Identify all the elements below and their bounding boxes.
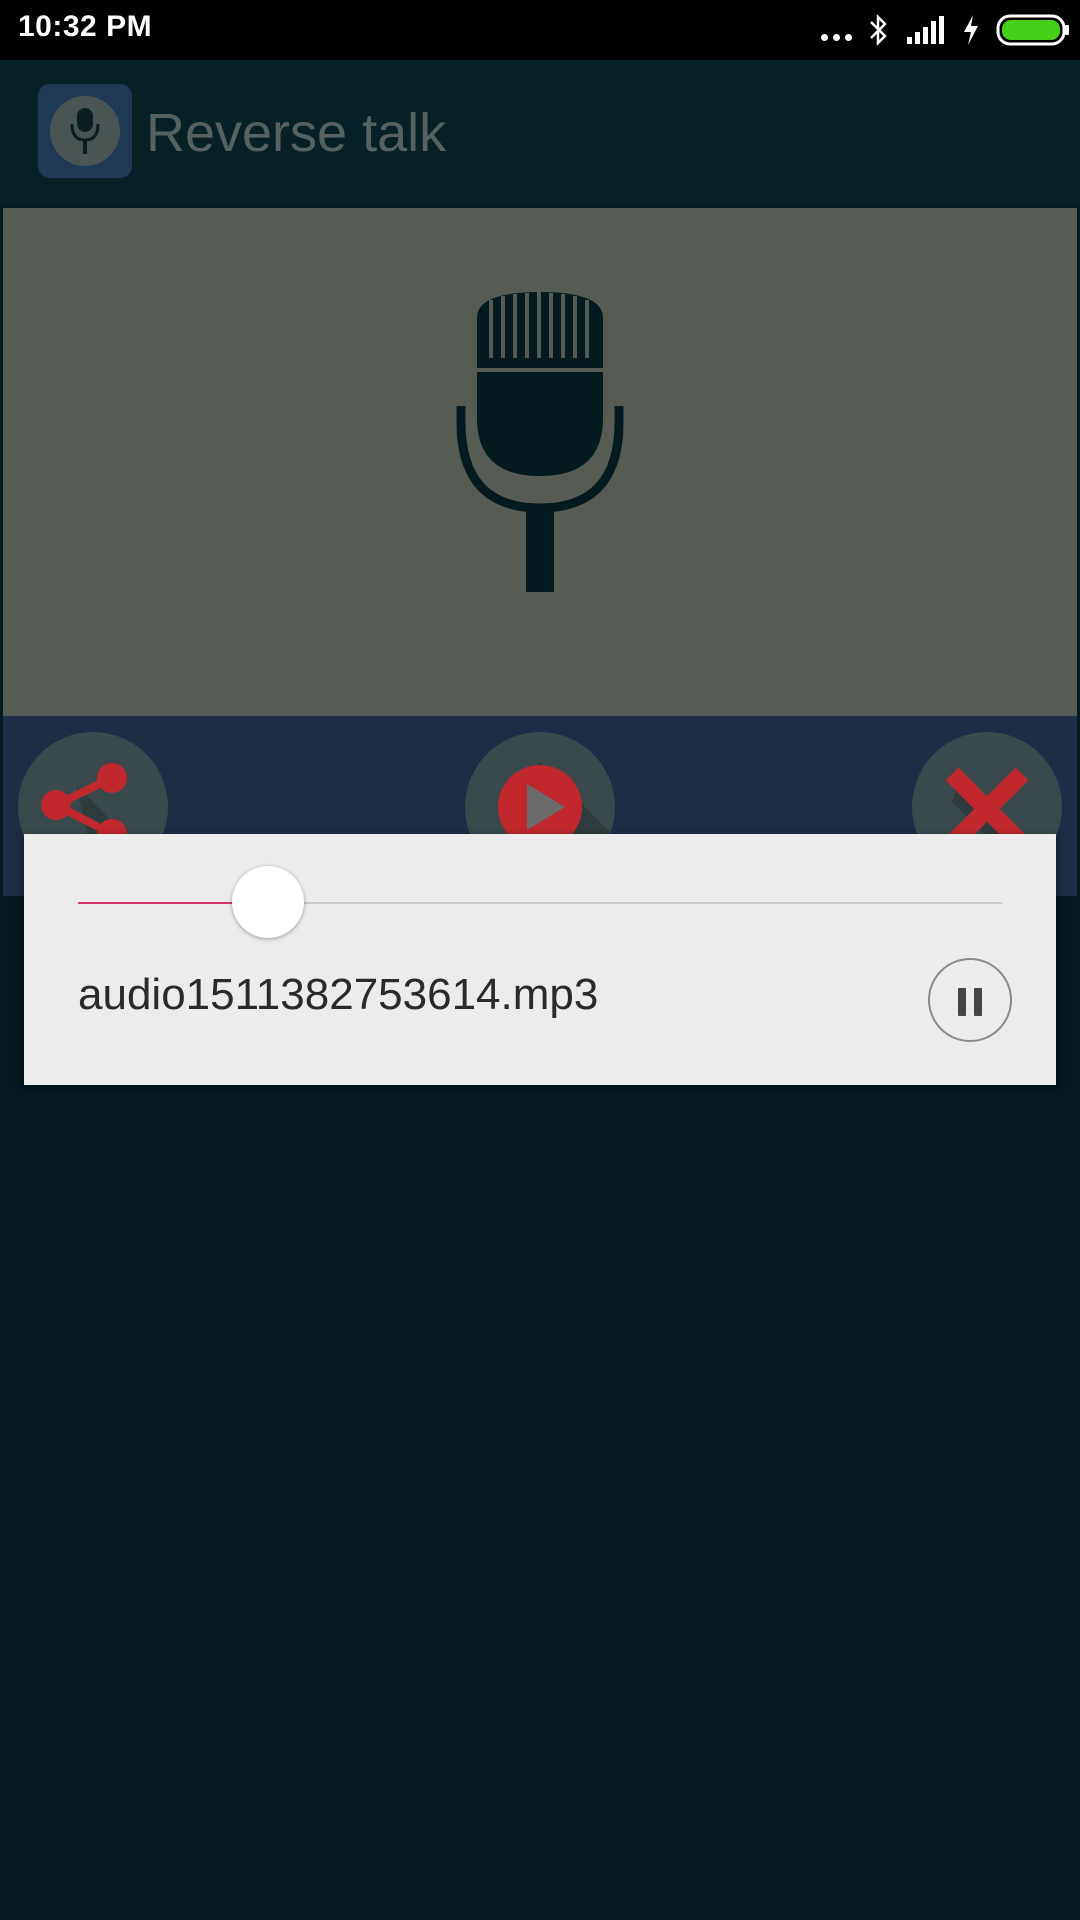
microphone-icon bbox=[50, 96, 120, 166]
player-dialog: audio1511382753614.mp3 bbox=[24, 834, 1056, 1085]
more-dots-icon bbox=[821, 33, 852, 41]
status-bar: 10:32 PM bbox=[0, 0, 1080, 60]
app-bar: Reverse talk bbox=[0, 60, 1080, 206]
battery-icon bbox=[996, 14, 1069, 46]
pause-icon-bar bbox=[974, 988, 982, 1016]
microphone-icon bbox=[456, 292, 624, 592]
app-title: Reverse talk bbox=[146, 103, 447, 163]
screen: 10:32 PM Reverse talk audio1511382753614… bbox=[0, 0, 1080, 1920]
charging-icon bbox=[964, 15, 978, 45]
status-time: 10:32 PM bbox=[18, 10, 153, 43]
bluetooth-icon bbox=[870, 13, 887, 47]
app-logo bbox=[38, 84, 132, 178]
signal-icon bbox=[907, 16, 944, 44]
record-button[interactable] bbox=[3, 208, 1077, 716]
pause-button[interactable] bbox=[928, 958, 1012, 1042]
status-icons bbox=[805, 12, 1070, 48]
seek-bar[interactable] bbox=[78, 866, 1002, 938]
pause-icon bbox=[958, 988, 966, 1016]
seek-thumb[interactable] bbox=[232, 866, 305, 938]
file-name: audio1511382753614.mp3 bbox=[78, 970, 599, 1019]
